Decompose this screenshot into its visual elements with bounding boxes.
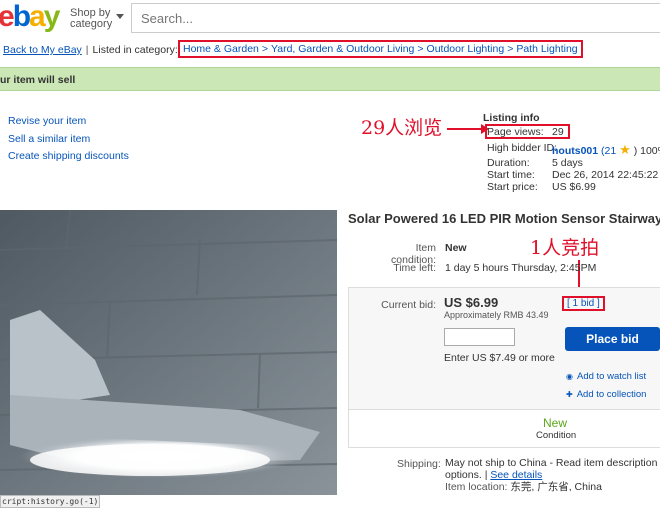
shop-by-line2: category: [70, 18, 113, 30]
listing-info-title: Listing info: [483, 112, 540, 124]
search-box: [131, 3, 660, 33]
duration-label: Duration:: [487, 157, 530, 169]
duration-value: 5 days: [552, 157, 583, 169]
browser-status-bar: cript:history.go(-1): [0, 495, 100, 508]
start-time-label: Start time:: [487, 169, 535, 181]
shipping-info: May not ship to China - Read item descri…: [445, 457, 660, 493]
product-photo-icon: [0, 210, 337, 495]
breadcrumb-item-yard-garden[interactable]: Yard, Garden & Outdoor Living: [271, 43, 414, 55]
item-location-label: Item location:: [445, 481, 508, 493]
seller-actions: Revise your item Sell a similar item Cre…: [8, 113, 129, 166]
chevron-down-icon: [116, 14, 124, 19]
annotation-page-views: 29人浏览: [361, 117, 443, 139]
create-shipping-discounts-link[interactable]: Create shipping discounts: [8, 150, 129, 162]
header: ebay Shop by category: [0, 0, 660, 38]
breadcrumb-item-path-lighting[interactable]: Path Lighting: [516, 43, 577, 55]
breadcrumb-arrow: >: [507, 43, 514, 55]
start-time-value: Dec 26, 2014 22:45:22 PS: [552, 169, 660, 181]
breadcrumb-separator: |: [85, 44, 89, 56]
breadcrumb-item-outdoor-lighting[interactable]: Outdoor Lighting: [427, 43, 505, 55]
listed-in-label: Listed in category:: [92, 44, 178, 56]
condition-badge-label: Condition: [536, 430, 577, 441]
back-to-my-ebay-link[interactable]: Back to My eBay: [3, 44, 82, 56]
add-to-collection-link[interactable]: ✚ Add to collection: [566, 389, 646, 400]
breadcrumb-arrow: >: [261, 43, 269, 55]
start-price-value: US $6.99: [552, 181, 596, 193]
see-details-link[interactable]: See details: [490, 469, 542, 481]
listing-info: Listing info Page views: 29 High bidder I…: [483, 112, 660, 193]
item-title: Solar Powered 16 LED PIR Motion Sensor S…: [348, 211, 660, 226]
annotation-bids: 1人竞拍: [530, 237, 600, 259]
logo-letter-a: a: [29, 0, 46, 33]
logo-letter-b: b: [12, 0, 31, 33]
approx-price: Approximately RMB 43.49: [444, 310, 549, 320]
condition-badge: New: [543, 416, 568, 430]
status-banner: ur item will sell: [0, 67, 660, 91]
place-bid-button[interactable]: Place bid: [565, 327, 660, 351]
shipping-label: Shipping:: [397, 458, 441, 470]
breadcrumb-row: Back to My eBay | Listed in category:: [3, 44, 178, 58]
start-price-label: Start price:: [487, 181, 538, 193]
bid-hint: Enter US $7.49 or more: [444, 352, 555, 364]
item-location-value: 东莞, 广东省, China: [510, 481, 602, 493]
collection-label: Add to collection: [576, 389, 647, 400]
shop-by-category-button[interactable]: Shop by category: [70, 8, 124, 30]
eye-icon: ◉: [566, 372, 573, 381]
feedback-percent: ) 100%: [633, 145, 660, 157]
shipping-options-text: options. |: [445, 469, 488, 481]
search-input[interactable]: [132, 4, 660, 32]
star-icon: ★: [619, 142, 631, 157]
logo-letter-y: y: [43, 0, 61, 33]
page-views-label: Page views:: [487, 126, 544, 138]
breadcrumb-arrow: >: [417, 43, 424, 55]
time-left-value: 1 day 5 hours Thursday, 2:45PM: [445, 262, 597, 274]
plus-icon: ✚: [566, 390, 573, 399]
condition-panel: [348, 410, 660, 448]
current-bid-label: Current bid:: [381, 299, 436, 311]
current-bid-value: US $6.99: [444, 295, 499, 310]
high-bidder-link[interactable]: houts001: [552, 145, 598, 157]
sell-similar-link[interactable]: Sell a similar item: [8, 133, 90, 145]
time-left-label: Time left:: [393, 262, 436, 274]
feedback-score-link[interactable]: (21: [601, 145, 616, 157]
watch-list-label: Add to watch list: [576, 371, 647, 382]
high-bidder-label: High bidder ID:: [487, 142, 558, 154]
revise-item-link[interactable]: Revise your item: [8, 115, 86, 127]
page-views-value: 29: [552, 126, 564, 138]
bid-count-link[interactable]: [ 1 bid ]: [562, 296, 605, 311]
add-to-watch-list-link[interactable]: ◉ Add to watch list: [566, 371, 646, 382]
product-image[interactable]: [0, 210, 337, 495]
breadcrumb: Home & Garden > Yard, Garden & Outdoor Liv…: [178, 40, 583, 58]
annotation-arrow-icon: [447, 124, 489, 134]
shipping-line1: May not ship to China - Read item descri…: [445, 457, 660, 469]
status-banner-text: ur item will sell: [0, 74, 76, 86]
bid-amount-input[interactable]: [444, 328, 515, 346]
logo-letter-e: e: [0, 0, 15, 33]
breadcrumb-item-home-garden[interactable]: Home & Garden: [183, 43, 259, 55]
ebay-logo[interactable]: ebay: [0, 0, 61, 34]
item-condition-value: New: [445, 242, 467, 254]
